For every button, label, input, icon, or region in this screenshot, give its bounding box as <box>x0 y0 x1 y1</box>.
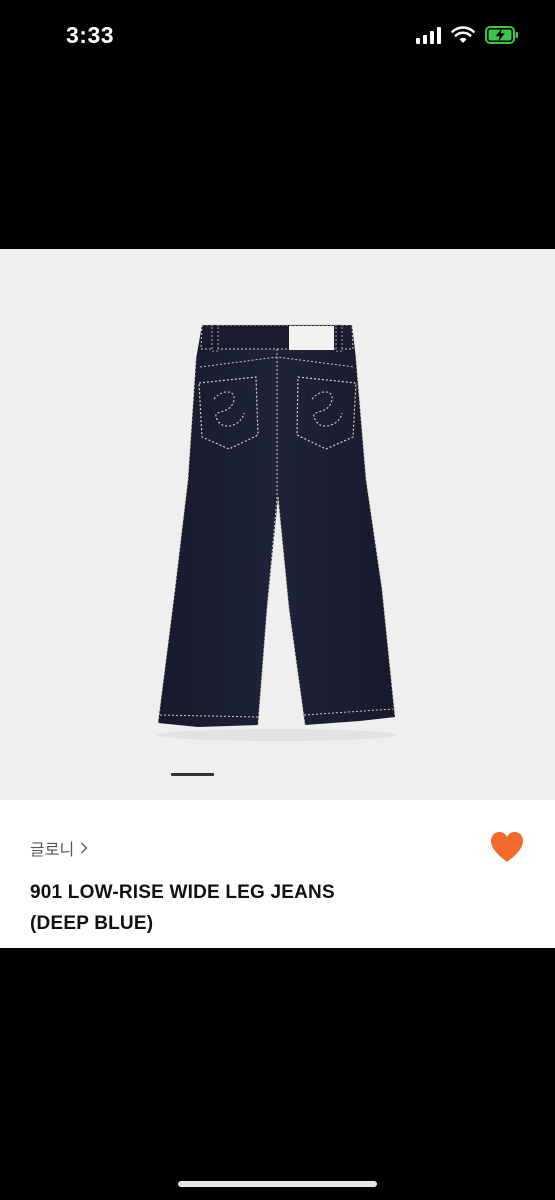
jeans-product-image <box>157 324 397 741</box>
home-indicator[interactable] <box>178 1181 377 1187</box>
product-title: 901 LOW-RISE WIDE LEG JEANS (DEEP BLUE) <box>30 877 470 939</box>
chevron-right-icon <box>80 839 88 858</box>
carousel-indicator <box>171 773 214 776</box>
wifi-icon <box>451 26 475 44</box>
product-image-carousel[interactable] <box>0 249 555 800</box>
status-time: 3:33 <box>66 22 115 48</box>
product-title-line2: (DEEP BLUE) <box>30 913 154 934</box>
status-icons <box>416 26 519 44</box>
brand-name: 글로니 <box>30 840 75 859</box>
product-info: 글로니 901 LOW-RISE WIDE LEG JEANS (DEEP BL… <box>0 800 555 948</box>
brand-link[interactable]: 글로니 <box>30 836 88 860</box>
product-title-line1: 901 LOW-RISE WIDE LEG JEANS <box>30 882 335 903</box>
signal-icon <box>416 26 441 44</box>
battery-charging-icon <box>485 26 519 44</box>
app-screen: 3:33 글로니 901 LOW-RISE WIDE LEG JEANS (DE… <box>0 0 555 1200</box>
like-button[interactable] <box>489 830 525 864</box>
status-bar: 3:33 <box>0 0 555 75</box>
heart-icon <box>491 832 523 862</box>
